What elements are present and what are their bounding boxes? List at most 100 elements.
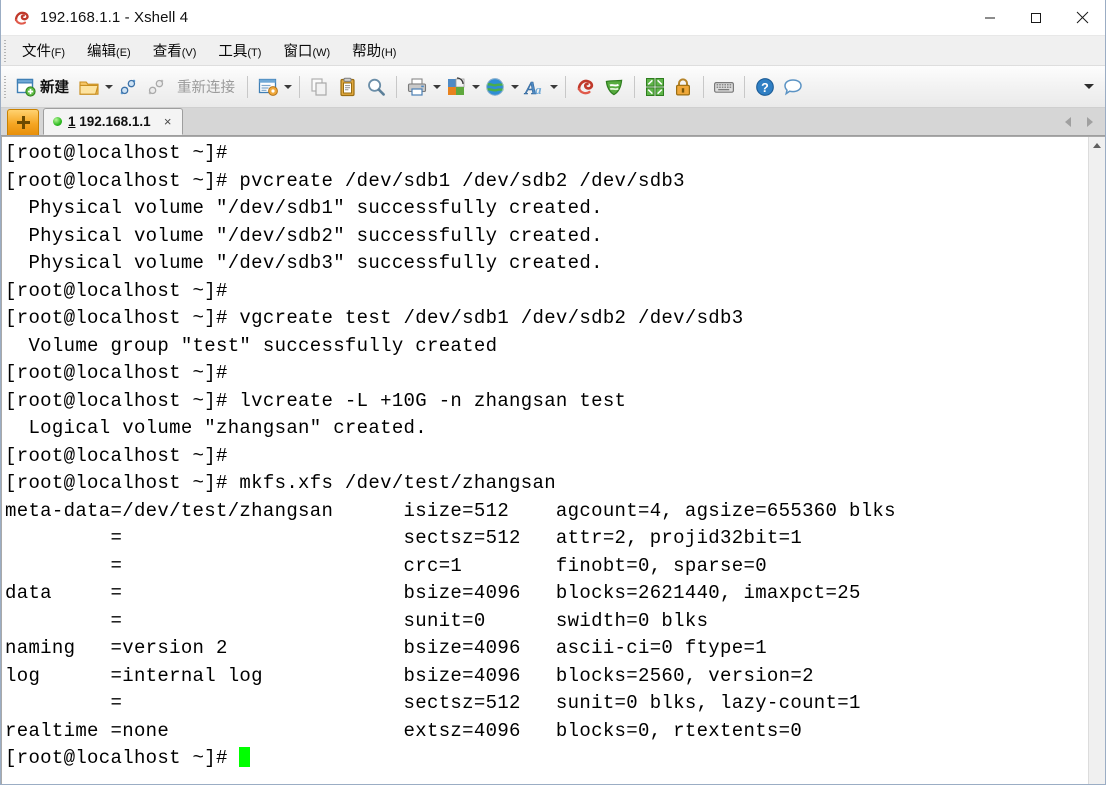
xshell-red-icon (575, 76, 597, 98)
menu-item-window[interactable]: 窗口 (W) (272, 36, 341, 66)
help-question-icon: ? (754, 76, 776, 98)
terminal-line: Logical volume "zhangsan" created. (5, 417, 427, 439)
scrollbar-track[interactable] (1089, 154, 1105, 784)
terminal-line: Physical volume "/dev/sdb2" successfully… (5, 224, 603, 247)
font-button[interactable]: A a (520, 70, 548, 104)
minimize-icon[interactable] (967, 0, 1013, 36)
tab-scroll-right-icon[interactable] (1079, 109, 1101, 135)
open-folder-button[interactable] (75, 70, 103, 104)
terminal-line: = sectsz=512 sunit=0 blks, lazy-count=1 (5, 692, 861, 714)
tile-arrows-icon (644, 76, 666, 98)
menu-item-view-label: 查看 (152, 43, 182, 60)
new-tab-plus-icon[interactable] (7, 109, 39, 135)
menu-drag-grip-icon[interactable] (1, 36, 9, 66)
disconnect-plug-icon (145, 76, 167, 98)
connect-button[interactable] (114, 70, 142, 104)
toolbar-separator (634, 75, 635, 98)
tab-label: 192.168.1.1 (79, 114, 151, 129)
scroll-up-icon[interactable] (1089, 137, 1105, 154)
xshell-button[interactable] (572, 70, 600, 104)
terminal-line: [root@localhost ~]# lvcreate -L +10G -n … (5, 389, 627, 412)
terminal-line: [root@localhost ~]# (5, 362, 228, 384)
paste-clipboard-icon (337, 76, 359, 98)
copy-icon (309, 76, 331, 98)
search-magnifier-icon (365, 76, 387, 98)
help-button[interactable]: ? (751, 70, 779, 104)
terminal-vertical-scrollbar[interactable] (1088, 137, 1105, 784)
open-folder-dropdown-icon[interactable] (103, 70, 114, 104)
window-controls (967, 0, 1105, 36)
arrange-layout-dropdown-icon[interactable] (470, 70, 481, 104)
menu-item-edit-label: 编辑 (87, 43, 117, 60)
menu-item-tools-mnemonic: (T) (247, 46, 262, 59)
title-bar: 192.168.1.1 - Xshell 4 (1, 0, 1105, 36)
keyboard-icon (713, 76, 735, 98)
toolbar-separator (299, 75, 300, 98)
disconnect-button[interactable] (142, 70, 170, 104)
font-dropdown-icon[interactable] (548, 70, 559, 104)
terminal-line: data = bsize=4096 blocks=2621440, imaxpc… (5, 582, 861, 604)
tab-nav (1057, 108, 1105, 135)
feedback-button[interactable] (779, 70, 807, 104)
terminal-line: [root@localhost ~]# pvcreate /dev/sdb1 /… (5, 169, 685, 192)
menu-item-tools[interactable]: 工具 (T) (207, 36, 272, 66)
menu-item-file-label: 文件 (22, 43, 51, 60)
session-properties-button[interactable] (254, 70, 282, 104)
terminal-output[interactable]: [root@localhost ~]# [root@localhost ~]# p… (2, 137, 1088, 784)
maximize-icon[interactable] (1013, 0, 1059, 36)
terminal-line: [root@localhost ~]# (5, 142, 228, 164)
menu-item-file-mnemonic: (F) (51, 46, 66, 59)
copy-button[interactable] (306, 70, 334, 104)
reconnect-button[interactable]: 重新连接 (170, 70, 241, 104)
terminal-line: naming =version 2 bsize=4096 ascii-ci=0 … (5, 637, 767, 659)
web-transfer-dropdown-icon[interactable] (509, 70, 520, 104)
terminal-line: Physical volume "/dev/sdb3" successfully… (5, 252, 603, 274)
xftp-green-icon (603, 76, 625, 98)
menu-item-view[interactable]: 查看 (V) (142, 36, 208, 66)
new-session-label: 新建 (40, 80, 69, 96)
terminal-prompt-line: [root@localhost ~]# (5, 745, 1088, 773)
menu-item-file[interactable]: 文件 (F) (11, 36, 76, 66)
new-session-button[interactable]: 新建 (11, 70, 75, 104)
toolbar-separator (565, 75, 566, 98)
arrange-layout-button[interactable] (442, 70, 470, 104)
speech-bubble-icon (782, 76, 804, 98)
print-dropdown-icon[interactable] (431, 70, 442, 104)
toolbar-drag-grip-icon[interactable] (1, 72, 9, 102)
terminal-line: meta-data=/dev/test/zhangsan isize=512 a… (5, 499, 896, 522)
menu-item-view-mnemonic: (V) (181, 46, 197, 59)
globe-icon (484, 76, 506, 98)
terminal-line: [root@localhost ~]# mkfs.xfs /dev/test/z… (5, 472, 556, 494)
lock-button[interactable] (669, 70, 697, 104)
tab-close-icon[interactable]: × (161, 115, 175, 129)
menu-item-edit-mnemonic: (E) (116, 46, 131, 59)
keyboard-button[interactable] (710, 70, 738, 104)
close-icon[interactable] (1059, 0, 1105, 36)
tab-scroll-left-icon[interactable] (1057, 109, 1079, 135)
menu-item-window-label: 窗口 (283, 43, 313, 60)
window-title: 192.168.1.1 - Xshell 4 (40, 9, 189, 26)
terminal-line: = sunit=0 swidth=0 blks (5, 609, 709, 632)
menu-item-edit[interactable]: 编辑 (E) (76, 36, 142, 66)
svg-text:a: a (535, 82, 542, 97)
tile-windows-button[interactable] (641, 70, 669, 104)
web-transfer-button[interactable] (481, 70, 509, 104)
tab-bar: 1 192.168.1.1 × (1, 108, 1105, 136)
properties-icon (257, 76, 279, 98)
reconnect-label: 重新连接 (177, 80, 235, 96)
toolbar-separator (247, 75, 248, 98)
font-a-icon: A a (523, 76, 545, 97)
padlock-icon (672, 76, 694, 98)
terminal-cursor (239, 747, 251, 767)
find-button[interactable] (362, 70, 390, 104)
session-properties-dropdown-icon[interactable] (282, 70, 293, 104)
toolbar: 新建 重新连接 A a ? (1, 66, 1105, 108)
print-button[interactable] (403, 70, 431, 104)
terminal-line: [root@localhost ~]# (5, 444, 228, 467)
terminal-line: Physical volume "/dev/sdb1" successfully… (5, 197, 603, 219)
menu-item-help[interactable]: 帮助 (H) (341, 36, 407, 66)
xftp-button[interactable] (600, 70, 628, 104)
toolbar-overflow-icon[interactable] (1081, 70, 1097, 104)
paste-button[interactable] (334, 70, 362, 104)
tab-session-1[interactable]: 1 192.168.1.1 × (43, 108, 183, 135)
